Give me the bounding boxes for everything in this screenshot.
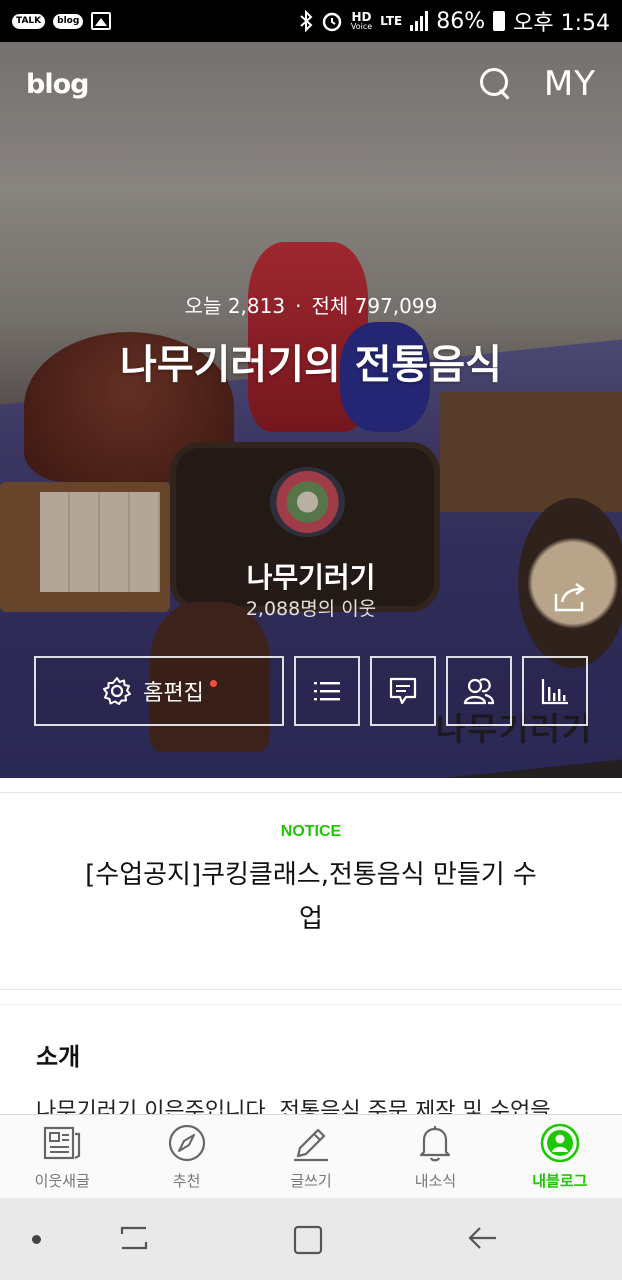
blog-notification-icon: blog [53, 13, 84, 29]
android-navigation-bar [0, 1198, 622, 1280]
clock: 오후 1:54 [513, 11, 610, 36]
neighbor-count[interactable]: 2,088명의 이웃 [0, 594, 622, 621]
tab-label: 내블로그 [532, 1172, 588, 1190]
intro-title: 소개 [36, 1043, 81, 1071]
neighbors-icon [463, 678, 495, 705]
tab-label: 이웃새글 [34, 1172, 90, 1190]
pencil-icon [294, 1128, 329, 1162]
tab-label: 글쓰기 [290, 1172, 332, 1190]
tab-label: 추천 [172, 1172, 201, 1190]
visitor-stats: 오늘 2,813 · 전체 797,099 [0, 290, 622, 319]
total-count: 전체 797,099 [311, 294, 438, 318]
image-notification-icon [91, 12, 112, 30]
intro-text: 나무기러기 이은주입니다. 전통음식 주문 제작 및 수업을 [36, 1099, 551, 1114]
tab-label: 내소식 [414, 1172, 457, 1190]
notice-card[interactable]: NOTICE [수업공지]쿠킹클래스,전통음식 만들기 수업 [0, 792, 622, 990]
alarm-icon [322, 12, 342, 32]
home-icon[interactable] [292, 1224, 324, 1256]
gear-icon [103, 677, 132, 705]
tab-neighbor-posts[interactable]: 이웃새글 [0, 1115, 124, 1198]
news-icon [44, 1126, 81, 1160]
stats-separator: · [295, 294, 302, 318]
lte-indicator: LTE [380, 14, 403, 28]
blog-nickname[interactable]: 나무기러기 [0, 556, 622, 596]
tab-notifications[interactable]: 내소식 [373, 1115, 497, 1198]
search-icon[interactable] [479, 68, 512, 100]
bell-icon [420, 1126, 451, 1162]
intro-section: 소개 나무기러기 이은주입니다. 전통음식 주문 제작 및 수업을 [0, 1004, 622, 1114]
neighbors-button[interactable] [446, 656, 512, 726]
blog-logo[interactable]: blog [26, 69, 89, 100]
new-badge-dot [209, 680, 217, 687]
notice-label: NOTICE [280, 823, 342, 840]
stats-icon [541, 679, 568, 705]
top-nav: blog MY [0, 42, 622, 126]
list-icon [314, 682, 340, 701]
guestbook-button[interactable] [370, 656, 436, 726]
home-edit-label: 홈편집 [143, 681, 204, 706]
category-list-button[interactable] [294, 656, 360, 726]
tab-recommend[interactable]: 추천 [124, 1115, 248, 1198]
battery-icon [493, 11, 506, 31]
keyboard-hide-dot-icon[interactable] [32, 1235, 41, 1244]
share-icon[interactable] [552, 582, 588, 612]
profile-icon [540, 1123, 580, 1163]
notice-title[interactable]: [수업공지]쿠킹클래스,전통음식 만들기 수업 [81, 853, 541, 941]
tab-my-blog[interactable]: 내블로그 [498, 1115, 622, 1198]
signal-icon [410, 11, 429, 31]
hd-voice-sub: Voice [350, 22, 373, 31]
back-icon[interactable] [466, 1222, 498, 1254]
status-bar: TALK blog HD Voice LTE 86% 오후 1:54 [0, 0, 622, 42]
blog-action-row: 홈편집 [34, 656, 588, 726]
blog-cover: 나무기러기 blog MY 오늘 2,813 · 전체 797,099 나무기러기의… [0, 42, 622, 778]
compass-icon [168, 1124, 205, 1162]
home-edit-button[interactable]: 홈편집 [34, 656, 284, 726]
today-count: 오늘 2,813 [184, 294, 286, 318]
tab-write[interactable]: 글쓰기 [249, 1115, 373, 1198]
blog-title: 나무기러기의 전통음식 [120, 342, 502, 388]
battery-percent: 86% [436, 8, 486, 34]
comment-icon [389, 677, 417, 705]
talk-notification-icon: TALK [12, 13, 46, 29]
my-button[interactable]: MY [544, 64, 596, 104]
bottom-tab-bar: 이웃새글 추천 글쓰기 내소식 내블로그 [0, 1114, 622, 1198]
stats-button[interactable] [522, 656, 588, 726]
bluetooth-icon [300, 10, 313, 32]
recent-apps-icon[interactable] [118, 1222, 150, 1254]
